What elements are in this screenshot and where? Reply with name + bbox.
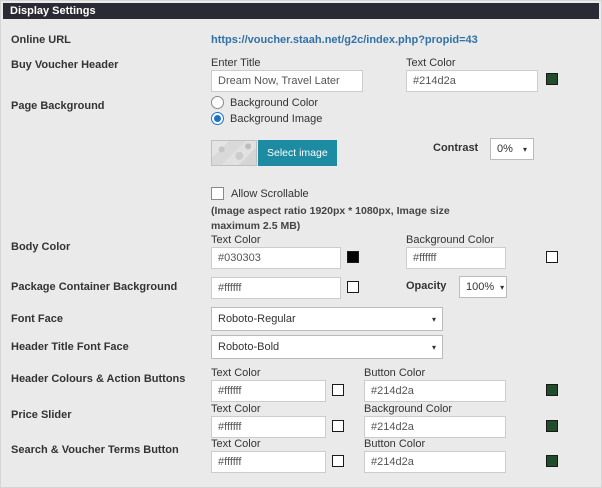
- body-text-color-label: Text Color: [211, 234, 261, 246]
- radio-background-image-label: Background Image: [230, 112, 323, 125]
- price-slider-background-color-label: Background Color: [364, 403, 453, 415]
- page-background-label: Page Background: [11, 100, 105, 112]
- panel-title: Display Settings: [3, 3, 599, 19]
- search-voucher-text-color-swatch[interactable]: [332, 455, 344, 467]
- allow-scrollable-checkbox[interactable]: Allow Scrollable: [211, 187, 309, 200]
- opacity-value: 100%: [466, 281, 495, 293]
- select-image-button[interactable]: Select image: [258, 140, 337, 166]
- opacity-label: Opacity: [406, 280, 447, 292]
- radio-checked-icon: [211, 112, 224, 125]
- body-color-label: Body Color: [11, 241, 71, 253]
- chevron-down-icon: ▾: [522, 144, 527, 154]
- price-slider-label: Price Slider: [11, 409, 72, 421]
- price-slider-text-color-input[interactable]: [211, 416, 326, 438]
- chevron-down-icon: ▾: [431, 342, 436, 352]
- image-requirements-note: (Image aspect ratio 1920px * 1080px, Ima…: [211, 205, 450, 232]
- contrast-label: Contrast: [433, 142, 479, 154]
- online-url-link[interactable]: https://voucher.staah.net/g2c/index.php?…: [211, 34, 478, 46]
- header-title-font-face-value: Roboto-Bold: [218, 341, 280, 353]
- search-voucher-button-color-label: Button Color: [364, 438, 426, 450]
- background-image-thumbnail: [211, 140, 257, 166]
- chevron-down-icon: ▾: [500, 282, 505, 292]
- radio-background-color[interactable]: Background Color: [211, 96, 318, 109]
- radio-background-color-label: Background Color: [230, 96, 319, 109]
- checkbox-icon: [211, 187, 224, 200]
- enter-title-label: Enter Title: [211, 57, 261, 69]
- body-text-color-swatch[interactable]: [347, 251, 359, 263]
- header-title-font-face-select[interactable]: Roboto-Bold ▾: [211, 335, 443, 359]
- header-text-color-label: Text Color: [211, 367, 261, 379]
- voucher-text-color-input[interactable]: [406, 70, 538, 92]
- body-text-color-input[interactable]: [211, 247, 341, 269]
- header-button-color-swatch[interactable]: [546, 384, 558, 396]
- header-title-font-face-label: Header Title Font Face: [11, 341, 129, 353]
- chevron-down-icon: ▾: [431, 314, 436, 324]
- price-slider-text-color-label: Text Color: [211, 403, 261, 415]
- search-voucher-button-color-input[interactable]: [364, 451, 506, 473]
- radio-icon: [211, 96, 224, 109]
- body-background-color-input[interactable]: [406, 247, 506, 269]
- display-settings-panel: Display Settings Online URL https://vouc…: [0, 0, 602, 488]
- allow-scrollable-label: Allow Scrollable: [231, 187, 309, 200]
- price-slider-text-color-swatch[interactable]: [332, 420, 344, 432]
- header-button-color-input[interactable]: [364, 380, 506, 402]
- body-background-color-swatch[interactable]: [546, 251, 558, 263]
- online-url-label: Online URL: [11, 34, 71, 46]
- radio-background-image[interactable]: Background Image: [211, 112, 322, 125]
- price-slider-background-color-swatch[interactable]: [546, 420, 558, 432]
- buy-voucher-header-label: Buy Voucher Header: [11, 59, 119, 71]
- price-slider-background-color-input[interactable]: [364, 416, 506, 438]
- header-colours-label: Header Colours & Action Buttons: [11, 373, 186, 385]
- panel-title-text: Display Settings: [10, 5, 96, 17]
- search-voucher-button-color-swatch[interactable]: [546, 455, 558, 467]
- contrast-value: 0%: [497, 143, 513, 155]
- search-voucher-label: Search & Voucher Terms Button: [11, 444, 179, 456]
- package-container-color-swatch[interactable]: [347, 281, 359, 293]
- font-face-select[interactable]: Roboto-Regular ▾: [211, 307, 443, 331]
- voucher-title-input[interactable]: [211, 70, 363, 92]
- header-text-color-swatch[interactable]: [332, 384, 344, 396]
- voucher-text-color-label: Text Color: [406, 57, 456, 69]
- search-voucher-text-color-label: Text Color: [211, 438, 261, 450]
- font-face-value: Roboto-Regular: [218, 313, 296, 325]
- package-container-color-input[interactable]: [211, 277, 341, 299]
- package-container-label: Package Container Background: [11, 281, 178, 293]
- header-text-color-input[interactable]: [211, 380, 326, 402]
- search-voucher-text-color-input[interactable]: [211, 451, 326, 473]
- contrast-select[interactable]: 0% ▾: [490, 138, 534, 160]
- voucher-text-color-swatch[interactable]: [546, 73, 558, 85]
- opacity-select[interactable]: 100% ▾: [459, 276, 507, 298]
- header-button-color-label: Button Color: [364, 367, 426, 379]
- font-face-label: Font Face: [11, 313, 63, 325]
- body-background-color-label: Background Color: [406, 234, 495, 246]
